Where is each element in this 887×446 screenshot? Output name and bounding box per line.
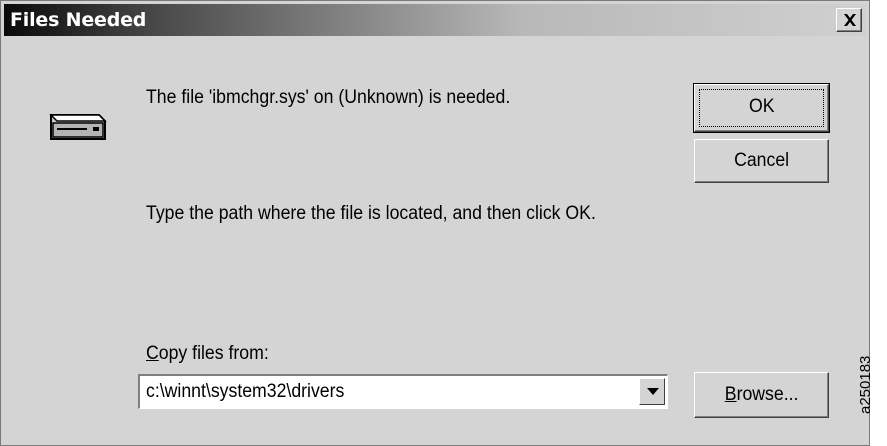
cancel-button[interactable]: Cancel <box>694 139 829 183</box>
close-icon <box>844 14 856 26</box>
browse-button[interactable]: Browse... <box>694 372 829 418</box>
window-title: Files Needed <box>10 9 147 31</box>
combo-dropdown-button[interactable] <box>639 378 665 405</box>
chevron-down-icon <box>647 388 659 395</box>
instruction-text: Type the path where the file is located,… <box>146 203 596 224</box>
cancel-button-label: Cancel <box>733 150 790 171</box>
ok-button-label: OK <box>748 96 775 117</box>
browse-button-label: Browse... <box>725 373 799 417</box>
copy-files-from-label-text: opy files from: <box>158 343 269 364</box>
copy-files-from-accel: C <box>146 343 159 364</box>
figure-code: a250183 <box>857 355 874 414</box>
copy-files-from-value[interactable]: c:\winnt\system32\drivers <box>146 381 344 403</box>
browse-label-text: rowse... <box>736 384 799 405</box>
ok-button[interactable]: OK <box>693 83 830 133</box>
needed-file-message: The file 'ibmchgr.sys' on (Unknown) is n… <box>146 87 511 108</box>
close-button[interactable] <box>836 8 862 32</box>
copy-files-from-label: Copy files from: <box>146 343 269 365</box>
copy-files-from-combobox[interactable]: c:\winnt\system32\drivers <box>138 374 668 409</box>
files-needed-dialog: Files Needed The file 'ibmchgr.sys' on (… <box>0 0 870 446</box>
drive-icon <box>49 114 107 140</box>
title-bar: Files Needed <box>4 4 866 36</box>
browse-accel: B <box>724 384 737 405</box>
